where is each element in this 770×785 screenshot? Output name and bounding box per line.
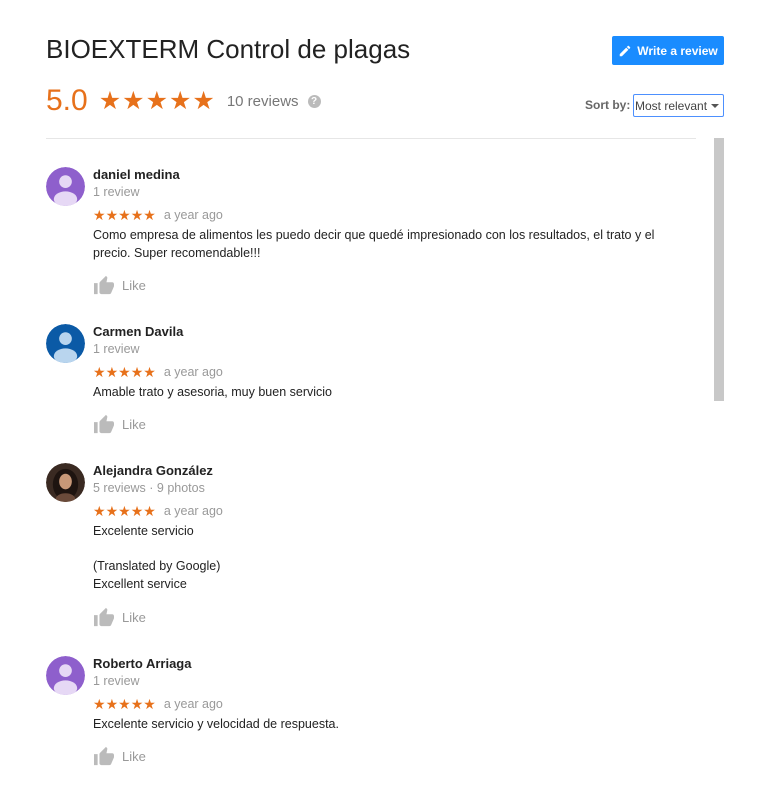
pencil-icon xyxy=(620,45,631,56)
star-icon: ★ xyxy=(105,696,119,712)
star-icon: ★ xyxy=(192,86,215,115)
business-title: BIOEXTERM Control de plagas xyxy=(46,34,411,64)
like-label: Like xyxy=(122,416,146,432)
review-text: Amable trato y asesoria, muy buen servic… xyxy=(93,385,332,399)
review-rating: ★ ★ ★ ★ ★ a year ago xyxy=(93,504,223,518)
review-author-meta: 1 review xyxy=(93,674,140,688)
avatar[interactable] xyxy=(46,656,85,695)
like-button[interactable]: Like xyxy=(93,414,146,434)
star-icon: ★ xyxy=(130,696,144,712)
star-icon: ★ xyxy=(93,364,106,380)
star-icon: ★ xyxy=(93,696,106,712)
sort-dropdown[interactable]: Most relevant xyxy=(633,94,724,117)
overall-stars: ★ ★ ★ ★ ★ xyxy=(98,86,215,115)
thumbs-up-icon xyxy=(94,414,114,434)
translation-note: (Translated by Google) xyxy=(93,559,221,573)
star-icon: ★ xyxy=(122,86,145,115)
star-icon: ★ xyxy=(118,207,131,223)
review-age: a year ago xyxy=(163,365,223,379)
header-divider xyxy=(46,138,696,139)
review-count: 10 reviews xyxy=(226,92,299,110)
star-icon: ★ xyxy=(105,364,119,380)
sort-label: Sort by: xyxy=(585,98,631,112)
star-icon: ★ xyxy=(93,207,106,223)
rating-score: 5.0 xyxy=(46,84,88,117)
write-review-label: Write a review xyxy=(637,43,718,58)
review-text: Excelente servicio xyxy=(93,524,194,538)
review-author[interactable]: Alejandra González xyxy=(93,463,213,478)
review-rating: ★ ★ ★ ★ ★ a year ago xyxy=(93,697,223,711)
star-icon: ★ xyxy=(105,207,119,223)
chevron-down-icon xyxy=(711,104,719,108)
avatar[interactable] xyxy=(46,324,85,363)
star-icon: ★ xyxy=(118,364,131,380)
help-icon[interactable]: ? xyxy=(307,94,321,108)
write-review-button[interactable]: Write a review xyxy=(612,36,724,65)
star-icon: ★ xyxy=(93,503,106,519)
review-rating: ★ ★ ★ ★ ★ a year ago xyxy=(93,365,223,379)
like-label: Like xyxy=(122,277,146,293)
scrollbar[interactable] xyxy=(714,138,724,401)
review-author-meta: 1 review xyxy=(93,342,140,356)
star-icon: ★ xyxy=(143,364,156,380)
star-icon: ★ xyxy=(130,503,144,519)
review-age: a year ago xyxy=(163,697,223,711)
avatar[interactable] xyxy=(46,463,85,502)
star-icon: ★ xyxy=(98,86,122,115)
star-icon: ★ xyxy=(145,86,168,115)
star-icon: ★ xyxy=(143,207,156,223)
translated-text: Excellent service xyxy=(93,577,187,591)
like-label: Like xyxy=(122,609,146,625)
star-icon: ★ xyxy=(105,503,119,519)
like-button[interactable]: Like xyxy=(93,607,146,627)
sort-selected-value: Most relevant xyxy=(635,98,708,113)
star-icon: ★ xyxy=(143,503,156,519)
star-icon: ★ xyxy=(130,207,144,223)
thumbs-up-icon xyxy=(94,746,114,766)
like-button[interactable]: Like xyxy=(93,275,146,295)
like-button[interactable]: Like xyxy=(93,746,146,766)
review-author[interactable]: Carmen Davila xyxy=(93,324,183,339)
thumbs-up-icon xyxy=(94,607,114,627)
review-author[interactable]: Roberto Arriaga xyxy=(93,656,191,671)
review-age: a year ago xyxy=(163,208,223,222)
review-text: Como empresa de alimentos les puedo deci… xyxy=(93,228,655,260)
avatar[interactable] xyxy=(46,167,85,206)
star-icon: ★ xyxy=(143,696,156,712)
review-text: Excelente servicio y velocidad de respue… xyxy=(93,717,339,731)
overall-rating: 5.0 ★ ★ ★ ★ ★ 10 reviews ? xyxy=(46,84,321,118)
like-label: Like xyxy=(122,748,146,764)
star-icon: ★ xyxy=(168,86,192,115)
thumbs-up-icon xyxy=(94,275,114,295)
review-rating: ★ ★ ★ ★ ★ a year ago xyxy=(93,208,223,222)
star-icon: ★ xyxy=(130,364,144,380)
review-author-meta: 1 review xyxy=(93,185,140,199)
star-icon: ★ xyxy=(118,503,131,519)
star-icon: ★ xyxy=(118,696,131,712)
review-author[interactable]: daniel medina xyxy=(93,167,180,182)
review-author-meta: 5 reviews · 9 photos xyxy=(93,481,205,495)
review-age: a year ago xyxy=(163,504,223,518)
